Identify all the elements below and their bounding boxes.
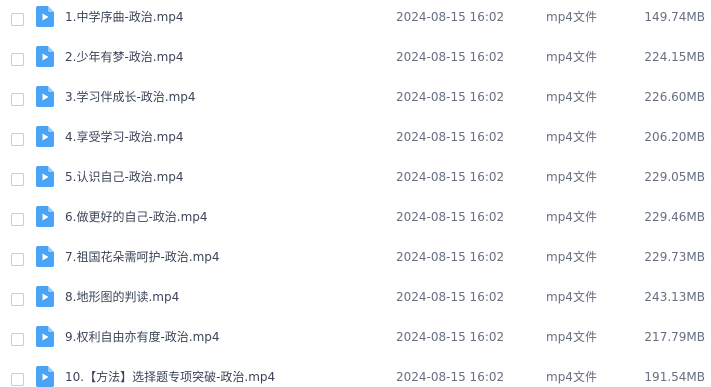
file-date: 2024-08-15 16:02 xyxy=(396,50,505,64)
file-name[interactable]: 10.【方法】选择题专项突破-政治.mp4 xyxy=(65,368,275,386)
file-type: mp4文件 xyxy=(546,250,597,264)
file-date: 2024-08-15 16:02 xyxy=(396,250,505,264)
file-row[interactable]: 7.祖国花朵需呵护-政治.mp4 2024-08-15 16:02 mp4文件 … xyxy=(0,240,711,280)
video-file-icon xyxy=(36,246,54,267)
video-file-icon xyxy=(36,6,54,27)
file-size: 229.73MB xyxy=(644,250,705,264)
file-type: mp4文件 xyxy=(546,210,597,224)
file-size: 191.54MB xyxy=(644,370,705,384)
file-type: mp4文件 xyxy=(546,130,597,144)
file-date: 2024-08-15 16:02 xyxy=(396,290,505,304)
file-row[interactable]: 9.权利自由亦有度-政治.mp4 2024-08-15 16:02 mp4文件 … xyxy=(0,320,711,360)
row-checkbox[interactable] xyxy=(11,173,24,186)
file-name[interactable]: 2.少年有梦-政治.mp4 xyxy=(65,48,184,66)
file-name[interactable]: 3.学习伴成长-政治.mp4 xyxy=(65,88,196,106)
file-type: mp4文件 xyxy=(546,50,597,64)
row-checkbox[interactable] xyxy=(11,253,24,266)
file-type: mp4文件 xyxy=(546,10,597,24)
file-size: 243.13MB xyxy=(644,290,705,304)
file-date: 2024-08-15 16:02 xyxy=(396,330,505,344)
file-row[interactable]: 6.做更好的自己-政治.mp4 2024-08-15 16:02 mp4文件 2… xyxy=(0,200,711,240)
row-checkbox[interactable] xyxy=(11,293,24,306)
file-size: 229.05MB xyxy=(644,170,705,184)
file-row[interactable]: 2.少年有梦-政治.mp4 2024-08-15 16:02 mp4文件 224… xyxy=(0,40,711,80)
file-row[interactable]: 3.学习伴成长-政治.mp4 2024-08-15 16:02 mp4文件 22… xyxy=(0,80,711,120)
file-row[interactable]: 5.认识自己-政治.mp4 2024-08-15 16:02 mp4文件 229… xyxy=(0,160,711,200)
row-checkbox[interactable] xyxy=(11,213,24,226)
row-checkbox[interactable] xyxy=(11,13,24,26)
video-file-icon xyxy=(36,206,54,227)
file-name[interactable]: 6.做更好的自己-政治.mp4 xyxy=(65,208,208,226)
file-name[interactable]: 4.享受学习-政治.mp4 xyxy=(65,128,184,146)
file-type: mp4文件 xyxy=(546,170,597,184)
file-date: 2024-08-15 16:02 xyxy=(396,370,505,384)
row-checkbox[interactable] xyxy=(11,93,24,106)
file-name[interactable]: 1.中学序曲-政治.mp4 xyxy=(65,8,184,26)
file-type: mp4文件 xyxy=(546,370,597,384)
file-row[interactable]: 10.【方法】选择题专项突破-政治.mp4 2024-08-15 16:02 m… xyxy=(0,360,711,387)
file-row[interactable]: 8.地形图的判读.mp4 2024-08-15 16:02 mp4文件 243.… xyxy=(0,280,711,320)
row-checkbox[interactable] xyxy=(11,133,24,146)
file-size: 224.15MB xyxy=(644,50,705,64)
video-file-icon xyxy=(36,126,54,147)
file-name[interactable]: 5.认识自己-政治.mp4 xyxy=(65,168,184,186)
video-file-icon xyxy=(36,46,54,67)
file-date: 2024-08-15 16:02 xyxy=(396,210,505,224)
file-name[interactable]: 9.权利自由亦有度-政治.mp4 xyxy=(65,328,220,346)
file-date: 2024-08-15 16:02 xyxy=(396,10,505,24)
file-type: mp4文件 xyxy=(546,90,597,104)
file-size: 149.74MB xyxy=(644,10,705,24)
file-size: 206.20MB xyxy=(644,130,705,144)
file-type: mp4文件 xyxy=(546,330,597,344)
video-file-icon xyxy=(36,286,54,307)
file-date: 2024-08-15 16:02 xyxy=(396,170,505,184)
file-name[interactable]: 7.祖国花朵需呵护-政治.mp4 xyxy=(65,248,220,266)
video-file-icon xyxy=(36,86,54,107)
file-size: 229.46MB xyxy=(644,210,705,224)
file-name[interactable]: 8.地形图的判读.mp4 xyxy=(65,288,179,306)
file-size: 226.60MB xyxy=(644,90,705,104)
video-file-icon xyxy=(36,166,54,187)
file-row[interactable]: 1.中学序曲-政治.mp4 2024-08-15 16:02 mp4文件 149… xyxy=(0,0,711,40)
video-file-icon xyxy=(36,366,54,387)
file-list: 1.中学序曲-政治.mp4 2024-08-15 16:02 mp4文件 149… xyxy=(0,0,711,387)
file-row[interactable]: 4.享受学习-政治.mp4 2024-08-15 16:02 mp4文件 206… xyxy=(0,120,711,160)
row-checkbox[interactable] xyxy=(11,373,24,386)
row-checkbox[interactable] xyxy=(11,53,24,66)
file-date: 2024-08-15 16:02 xyxy=(396,130,505,144)
file-date: 2024-08-15 16:02 xyxy=(396,90,505,104)
file-type: mp4文件 xyxy=(546,290,597,304)
row-checkbox[interactable] xyxy=(11,333,24,346)
video-file-icon xyxy=(36,326,54,347)
file-size: 217.79MB xyxy=(644,330,705,344)
